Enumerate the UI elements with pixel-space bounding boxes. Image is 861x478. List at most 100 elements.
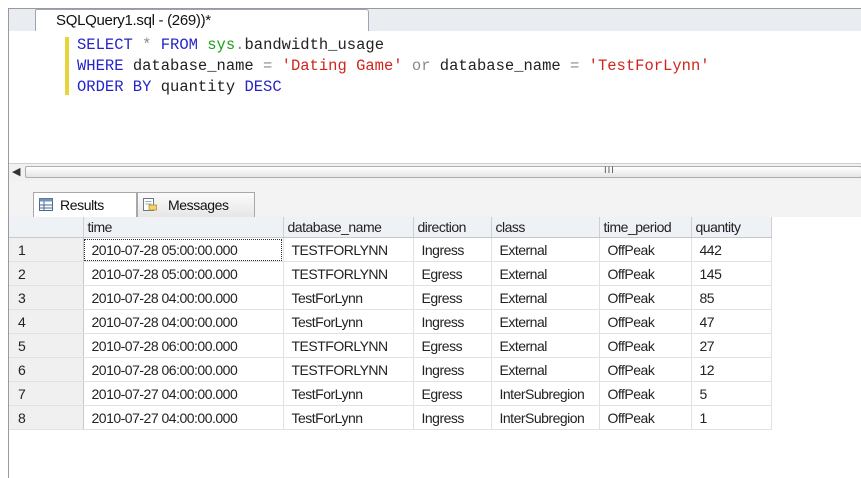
table-cell[interactable]: OffPeak (599, 261, 692, 286)
table-row[interactable]: 3 2010-07-28 04:00:00.000 TestForLynn Egres… (9, 285, 772, 310)
table-row[interactable]: 7 2010-07-27 04:00:00.000 TestForLynn Egres… (9, 381, 772, 406)
document-tab[interactable]: SQLQuery1.sql - (269))* (35, 9, 369, 31)
row-number[interactable]: 5 (9, 333, 84, 358)
sql-token: or (411, 57, 440, 75)
table-cell[interactable]: OffPeak (599, 381, 692, 406)
table-cell[interactable]: Egress (413, 381, 492, 406)
table-cell[interactable]: External (491, 261, 600, 286)
document-tab-title: SQLQuery1.sql - (269))* (56, 12, 211, 29)
table-cell[interactable]: 145 (691, 261, 772, 286)
table-cell[interactable]: External (491, 309, 600, 334)
scrollbar-grip-icon: III (604, 166, 615, 176)
row-header-corner[interactable] (9, 217, 84, 238)
column-header[interactable]: time (83, 217, 284, 238)
row-number[interactable]: 4 (9, 309, 84, 334)
table-cell[interactable]: 12 (691, 357, 772, 382)
tab-messages[interactable]: Messages (137, 192, 255, 217)
table-cell[interactable]: InterSubregion (491, 405, 600, 430)
column-header[interactable]: direction (413, 217, 492, 238)
table-cell[interactable]: 2010-07-28 05:00:00.000 (83, 261, 284, 286)
table-cell[interactable]: InterSubregion (491, 381, 600, 406)
table-cell[interactable]: TESTFORLYNN (283, 357, 414, 382)
table-cell[interactable]: Ingress (413, 237, 492, 262)
table-cell[interactable]: 2010-07-28 04:00:00.000 (83, 285, 284, 310)
row-number[interactable]: 2 (9, 261, 84, 286)
table-cell[interactable]: 2010-07-27 04:00:00.000 (83, 405, 284, 430)
table-cell[interactable]: 1 (691, 405, 772, 430)
table-cell[interactable]: OffPeak (599, 405, 692, 430)
table-row[interactable]: 8 2010-07-27 04:00:00.000 TestForLynn Ingre… (9, 405, 772, 430)
table-cell[interactable]: 47 (691, 309, 772, 334)
table-cell[interactable]: Egress (413, 333, 492, 358)
tab-results-label: Results (60, 197, 104, 213)
row-number[interactable]: 7 (9, 381, 84, 406)
sql-token: bandwidth_usage (244, 36, 384, 54)
table-cell[interactable]: 5 (691, 381, 772, 406)
document-tab-strip: SQLQuery1.sql - (269))* (9, 9, 861, 32)
column-header-row: time database_name direction class time_… (9, 217, 772, 238)
table-cell[interactable]: OffPeak (599, 333, 692, 358)
table-cell[interactable]: 2010-07-28 05:00:00.000 (83, 237, 284, 262)
table-cell[interactable]: Egress (413, 261, 492, 286)
sql-token: FROM (160, 36, 208, 54)
scrollbar-thumb[interactable]: III (25, 166, 861, 178)
table-cell[interactable]: Egress (413, 285, 492, 310)
table-row[interactable]: 5 2010-07-28 06:00:00.000 TESTFORLYNN Egres… (9, 333, 772, 358)
column-header[interactable]: time_period (599, 217, 692, 238)
editor-horizontal-scrollbar[interactable]: ◀ III (9, 163, 861, 182)
table-cell[interactable]: 2010-07-28 06:00:00.000 (83, 333, 284, 358)
table-cell[interactable]: 85 (691, 285, 772, 310)
table-cell[interactable]: External (491, 285, 600, 310)
table-cell[interactable]: 27 (691, 333, 772, 358)
table-cell[interactable]: 442 (691, 237, 772, 262)
row-number[interactable]: 3 (9, 285, 84, 310)
table-cell[interactable]: TestForLynn (283, 405, 414, 430)
table-cell[interactable]: OffPeak (599, 237, 692, 262)
sql-token: database_name (439, 57, 571, 75)
table-cell[interactable]: TestForLynn (283, 381, 414, 406)
results-grid[interactable]: time database_name direction class time_… (9, 217, 861, 478)
table-cell[interactable]: 2010-07-28 04:00:00.000 (83, 309, 284, 334)
grid-icon (39, 198, 53, 211)
table-cell[interactable]: 2010-07-27 04:00:00.000 (83, 381, 284, 406)
table-cell[interactable]: OffPeak (599, 357, 692, 382)
sql-token: ORDER BY (77, 78, 161, 96)
query-text[interactable]: SELECT * FROM sys.bandwidth_usage WHERE d… (77, 35, 710, 98)
sql-token: 'Dating Game' (281, 57, 412, 75)
table-cell[interactable]: 2010-07-28 06:00:00.000 (83, 357, 284, 382)
table-row[interactable]: 1 2010-07-28 05:00:00.000 TESTFORLYNN Ingre… (9, 237, 772, 262)
row-number[interactable]: 6 (9, 357, 84, 382)
table-cell[interactable]: TESTFORLYNN (283, 237, 414, 262)
query-line[interactable]: ORDER BY quantity DESC (77, 77, 710, 98)
table-cell[interactable]: Ingress (413, 357, 492, 382)
column-header[interactable]: database_name (283, 217, 414, 238)
table-cell[interactable]: TESTFORLYNN (283, 261, 414, 286)
table-cell[interactable]: External (491, 357, 600, 382)
sql-token: * (142, 36, 161, 54)
sql-token: WHERE (77, 57, 133, 75)
sql-token: database_name (132, 57, 264, 75)
table-cell[interactable]: Ingress (413, 309, 492, 334)
tab-results[interactable]: Results (33, 192, 137, 218)
table-cell[interactable]: TESTFORLYNN (283, 333, 414, 358)
table-cell[interactable]: TestForLynn (283, 285, 414, 310)
column-header[interactable]: quantity (691, 217, 772, 238)
row-number[interactable]: 8 (9, 405, 84, 430)
table-cell[interactable]: OffPeak (599, 285, 692, 310)
table-cell[interactable]: Ingress (413, 405, 492, 430)
scroll-left-arrow-icon[interactable]: ◀ (12, 165, 20, 178)
column-header[interactable]: class (491, 217, 600, 238)
table-row[interactable]: 4 2010-07-28 04:00:00.000 TestForLynn Ingre… (9, 309, 772, 334)
query-line[interactable]: WHERE database_name = 'Dating Game' or d… (77, 56, 710, 77)
table-row[interactable]: 2 2010-07-28 05:00:00.000 TESTFORLYNN Egres… (9, 261, 772, 286)
ssms-window: SQLQuery1.sql - (269))* SELECT * FROM sy… (8, 8, 861, 478)
table-cell[interactable]: External (491, 237, 600, 262)
sql-token: SELECT (77, 36, 143, 54)
table-cell[interactable]: External (491, 333, 600, 358)
query-editor[interactable]: SELECT * FROM sys.bandwidth_usage WHERE d… (9, 31, 861, 163)
table-cell[interactable]: OffPeak (599, 309, 692, 334)
table-cell[interactable]: TestForLynn (283, 309, 414, 334)
table-row[interactable]: 6 2010-07-28 06:00:00.000 TESTFORLYNN Ingre… (9, 357, 772, 382)
query-line[interactable]: SELECT * FROM sys.bandwidth_usage (77, 35, 710, 56)
row-number[interactable]: 1 (9, 237, 84, 262)
